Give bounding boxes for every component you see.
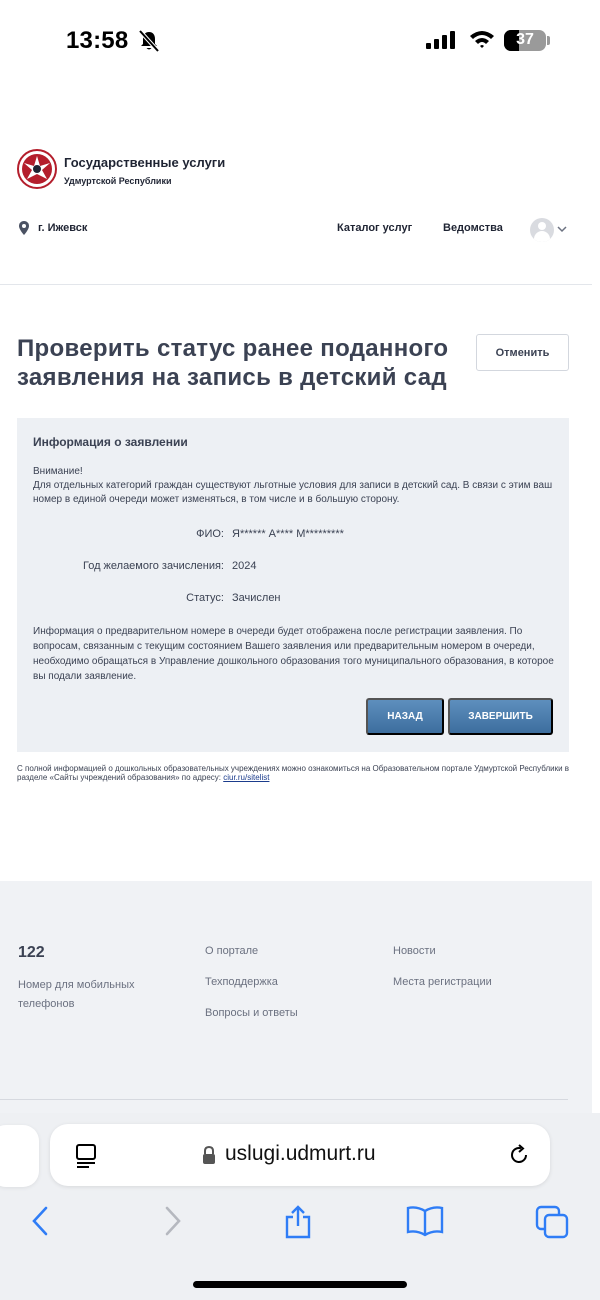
footnote-text: С полной информацией о дошкольных образо… bbox=[17, 764, 570, 782]
warning-heading: Внимание! bbox=[33, 466, 83, 477]
reload-icon[interactable] bbox=[507, 1143, 531, 1167]
sitelist-link[interactable]: ciur.ru/sitelist bbox=[223, 773, 269, 782]
status-value: Зачислен bbox=[232, 592, 281, 604]
back-arrow-icon[interactable] bbox=[29, 1205, 53, 1237]
status-time: 13:58 bbox=[66, 27, 129, 54]
cancel-button[interactable]: Отменить bbox=[476, 334, 569, 371]
browser-toolbar-area: uslugi.udmurt.ru bbox=[0, 1113, 600, 1300]
cellular-signal-icon bbox=[426, 31, 455, 49]
warning-block: Внимание! Для отдельных категорий гражда… bbox=[33, 465, 557, 507]
footer-link-support[interactable]: Техподдержка bbox=[205, 976, 278, 988]
panel-title: Информация о заявлении bbox=[33, 435, 188, 449]
year-label: Год желаемого зачисления: bbox=[82, 560, 224, 572]
status-label: Статус: bbox=[186, 592, 224, 604]
header-divider bbox=[0, 284, 592, 285]
footer-link-registration-places[interactable]: Места регистрации bbox=[393, 976, 492, 988]
bookmarks-icon[interactable] bbox=[406, 1205, 444, 1237]
battery-icon: 37 bbox=[504, 30, 546, 51]
brand-subtitle: Удмуртской Республики bbox=[64, 176, 172, 186]
footer-link-news[interactable]: Новости bbox=[393, 945, 436, 957]
footer-phone-number[interactable]: 122 bbox=[18, 944, 45, 962]
page-title: Проверить статус ранее поданного заявлен… bbox=[17, 335, 449, 391]
forward-arrow-icon[interactable] bbox=[160, 1205, 184, 1237]
warning-text: Для отдельных категорий граждан существу… bbox=[33, 480, 553, 505]
battery-level: 37 bbox=[516, 31, 534, 48]
nav-departments-link[interactable]: Ведомства bbox=[443, 222, 503, 234]
url-text[interactable]: uslugi.udmurt.ru bbox=[225, 1142, 376, 1166]
udmurtia-emblem-logo[interactable] bbox=[17, 149, 57, 189]
city-name: г. Ижевск bbox=[38, 222, 88, 234]
brand-title[interactable]: Государственные услуги bbox=[64, 155, 225, 170]
footnote: С полной информацией о дошкольных образо… bbox=[17, 764, 577, 782]
footer-link-faq[interactable]: Вопросы и ответы bbox=[205, 1007, 298, 1019]
city-selector[interactable]: г. Ижевск bbox=[19, 221, 87, 235]
site-footer: 122 Номер для мобильных телефонов О порт… bbox=[0, 881, 592, 1115]
fio-value: Я****** А**** М********* bbox=[232, 528, 344, 540]
queue-info-note: Информация о предварительном номере в оч… bbox=[33, 626, 554, 682]
footer-link-about[interactable]: О портале bbox=[205, 945, 258, 957]
user-avatar[interactable] bbox=[530, 218, 554, 242]
address-bar[interactable]: uslugi.udmurt.ru bbox=[50, 1124, 550, 1186]
page-menu-icon[interactable] bbox=[74, 1143, 98, 1169]
footer-divider bbox=[0, 1099, 568, 1100]
back-button[interactable]: НАЗАД bbox=[366, 698, 444, 735]
nav-catalog-link[interactable]: Каталог услуг bbox=[337, 222, 412, 234]
footer-phone-caption: Номер для мобильных телефонов bbox=[18, 979, 135, 1010]
lock-icon bbox=[203, 1146, 215, 1164]
status-bar: 13:58 37 bbox=[0, 0, 600, 80]
year-value: 2024 bbox=[232, 560, 257, 572]
previous-tab-preview[interactable] bbox=[0, 1125, 39, 1187]
application-info-panel: Информация о заявлении Внимание! Для отд… bbox=[17, 418, 569, 752]
wifi-icon bbox=[470, 31, 494, 48]
bell-muted-icon bbox=[138, 30, 160, 52]
tabs-icon[interactable] bbox=[535, 1205, 571, 1239]
finish-button[interactable]: ЗАВЕРШИТЬ bbox=[448, 698, 553, 735]
fio-label: ФИО: bbox=[196, 528, 224, 540]
share-icon[interactable] bbox=[282, 1205, 314, 1239]
location-pin-icon bbox=[19, 221, 29, 235]
chevron-down-icon[interactable] bbox=[557, 224, 567, 234]
home-indicator[interactable] bbox=[193, 1281, 407, 1288]
